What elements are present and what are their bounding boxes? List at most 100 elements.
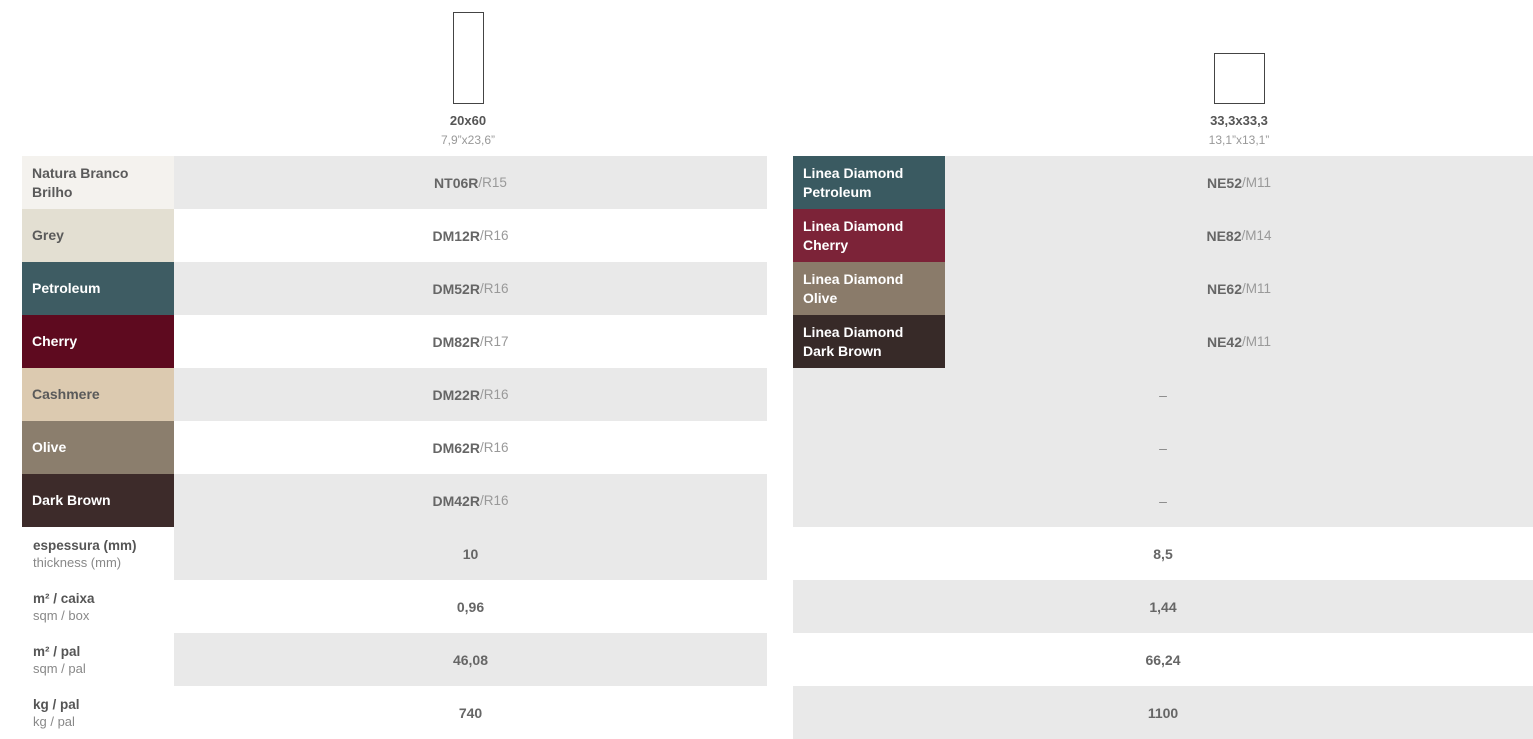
empty-dash: – xyxy=(1159,439,1167,456)
format-size-inches: 7,9”x23,6” xyxy=(440,133,496,147)
swatch-name-line1: Linea Diamond xyxy=(803,323,904,340)
left-format-header: 20x60 7,9”x23,6” xyxy=(22,0,767,156)
spec-label-main: espessura (mm) xyxy=(33,537,137,553)
spec-row: m² / caixa sqm / box 0,96 xyxy=(22,580,767,633)
spec-row: 1,44 xyxy=(793,580,1533,633)
product-code-cell: DM12R / R16 xyxy=(174,209,767,262)
color-swatch: Cherry xyxy=(22,315,174,368)
product-row: Linea Diamond Dark Brown NE42 / M11 xyxy=(793,315,1533,368)
spec-label-sub: kg / pal xyxy=(33,713,75,729)
color-swatch: Linea Diamond Cherry xyxy=(793,209,945,262)
swatch-name-line2: Dark Brown xyxy=(803,342,882,359)
product-row: Cherry DM82R / R17 xyxy=(22,315,767,368)
swatch-name-line2: Petroleum xyxy=(803,183,872,200)
swatch-name-line1: Linea Diamond xyxy=(803,270,904,287)
spec-label-sub: sqm / pal xyxy=(33,660,86,676)
product-row: Linea Diamond Cherry NE82 / M14 xyxy=(793,209,1533,262)
slip-rating: R16 xyxy=(483,387,509,402)
color-swatch: Grey xyxy=(22,209,174,262)
product-row: Grey DM12R / R16 xyxy=(22,209,767,262)
empty-row: – xyxy=(793,474,1533,527)
product-code-cell: DM62R / R16 xyxy=(174,421,767,474)
product-code-cell: NT06R / R15 xyxy=(174,156,767,209)
spec-row: espessura (mm) thickness (mm) 10 xyxy=(22,527,767,580)
color-swatch: Natura Branco Brilho xyxy=(22,156,174,209)
color-swatch: Olive xyxy=(22,421,174,474)
product-row: Dark Brown DM42R / R16 xyxy=(22,474,767,527)
product-row: Petroleum DM52R / R16 xyxy=(22,262,767,315)
spec-value: 1,44 xyxy=(1149,598,1177,615)
slip-rating: R16 xyxy=(483,440,509,455)
spec-value-cell: 1,44 xyxy=(793,580,1533,633)
spec-label: m² / pal sqm / pal xyxy=(22,633,174,686)
spec-row: m² / pal sqm / pal 46,08 xyxy=(22,633,767,686)
product-row: Linea Diamond Olive NE62 / M11 xyxy=(793,262,1533,315)
product-code: DM12R xyxy=(432,227,480,244)
slip-rating: M11 xyxy=(1245,281,1272,296)
product-code-cell: DM22R / R16 xyxy=(174,368,767,421)
spec-value: 8,5 xyxy=(1153,545,1173,562)
product-code-cell: NE82 / M14 xyxy=(945,209,1533,262)
product-code-cell: DM42R / R16 xyxy=(174,474,767,527)
color-swatch: Dark Brown xyxy=(22,474,174,527)
color-swatch: Linea Diamond Olive xyxy=(793,262,945,315)
spec-label-sub: thickness (mm) xyxy=(33,554,122,570)
format-size: 33,3x33,3 xyxy=(1210,113,1268,128)
slip-rating: M14 xyxy=(1245,228,1272,243)
left-format-table: 20x60 7,9”x23,6” Natura Branco Brilho NT0… xyxy=(22,0,767,739)
empty-row: – xyxy=(793,368,1533,421)
spec-value-cell: 1100 xyxy=(793,686,1533,739)
product-code: DM52R xyxy=(432,280,480,297)
product-code: DM62R xyxy=(432,439,480,456)
spec-value: 66,24 xyxy=(1145,651,1181,668)
square-tile-icon xyxy=(1214,53,1265,104)
empty-dash: – xyxy=(1159,386,1167,403)
spec-value: 0,96 xyxy=(456,598,485,615)
empty-cell: – xyxy=(793,368,1533,421)
empty-cell: – xyxy=(793,421,1533,474)
right-format-table: 33,3x33,3 13,1”x13,1” Linea Diamond Petro… xyxy=(793,0,1533,739)
swatch-name-line1: Linea Diamond xyxy=(803,164,904,181)
color-swatch: Petroleum xyxy=(22,262,174,315)
slip-rating: R16 xyxy=(483,228,509,243)
spec-label: m² / caixa sqm / box xyxy=(22,580,174,633)
empty-dash: – xyxy=(1159,492,1167,509)
product-code: NE42 xyxy=(1206,333,1242,350)
product-code: NE52 xyxy=(1206,174,1242,191)
product-row: Olive DM62R / R16 xyxy=(22,421,767,474)
format-size: 20x60 xyxy=(449,113,487,128)
product-code-cell: DM52R / R16 xyxy=(174,262,767,315)
spec-value: 46,08 xyxy=(452,651,489,668)
product-code: NT06R xyxy=(434,174,479,191)
slip-rating: M11 xyxy=(1245,175,1272,190)
spec-value-cell: 8,5 xyxy=(793,527,1533,580)
product-code: NE62 xyxy=(1206,280,1242,297)
empty-cell: – xyxy=(793,474,1533,527)
spec-label-main: m² / pal xyxy=(33,643,81,659)
rectangle-tile-icon xyxy=(453,12,484,104)
spec-value: 1100 xyxy=(1147,704,1179,721)
spec-label-main: kg / pal xyxy=(33,696,80,712)
spec-row: 1100 xyxy=(793,686,1533,739)
product-code: DM42R xyxy=(432,492,480,509)
product-row: Linea Diamond Petroleum NE52 / M11 xyxy=(793,156,1533,209)
product-row: Natura Branco Brilho NT06R / R15 xyxy=(22,156,767,209)
product-code: NE82 xyxy=(1206,227,1242,244)
spec-value-cell: 66,24 xyxy=(793,633,1533,686)
spec-row: kg / pal kg / pal 740 xyxy=(22,686,767,739)
swatch-name-line2: Olive xyxy=(803,289,838,306)
slip-rating: M11 xyxy=(1245,334,1272,349)
spec-row: 66,24 xyxy=(793,633,1533,686)
right-rows: Linea Diamond Petroleum NE52 / M11 Linea Di… xyxy=(793,156,1533,739)
spec-label: kg / pal kg / pal xyxy=(22,686,174,739)
spec-label-main: m² / caixa xyxy=(33,590,95,606)
spec-label-sub: sqm / box xyxy=(33,607,90,623)
color-swatch: Linea Diamond Petroleum xyxy=(793,156,945,209)
spec-row: 8,5 xyxy=(793,527,1533,580)
spec-value-cell: 10 xyxy=(174,527,767,580)
slip-rating: R15 xyxy=(482,175,507,190)
right-format-header: 33,3x33,3 13,1”x13,1” xyxy=(793,0,1533,156)
product-code-cell: NE42 / M11 xyxy=(945,315,1533,368)
color-swatch: Cashmere xyxy=(22,368,174,421)
product-code: DM82R xyxy=(432,333,480,350)
